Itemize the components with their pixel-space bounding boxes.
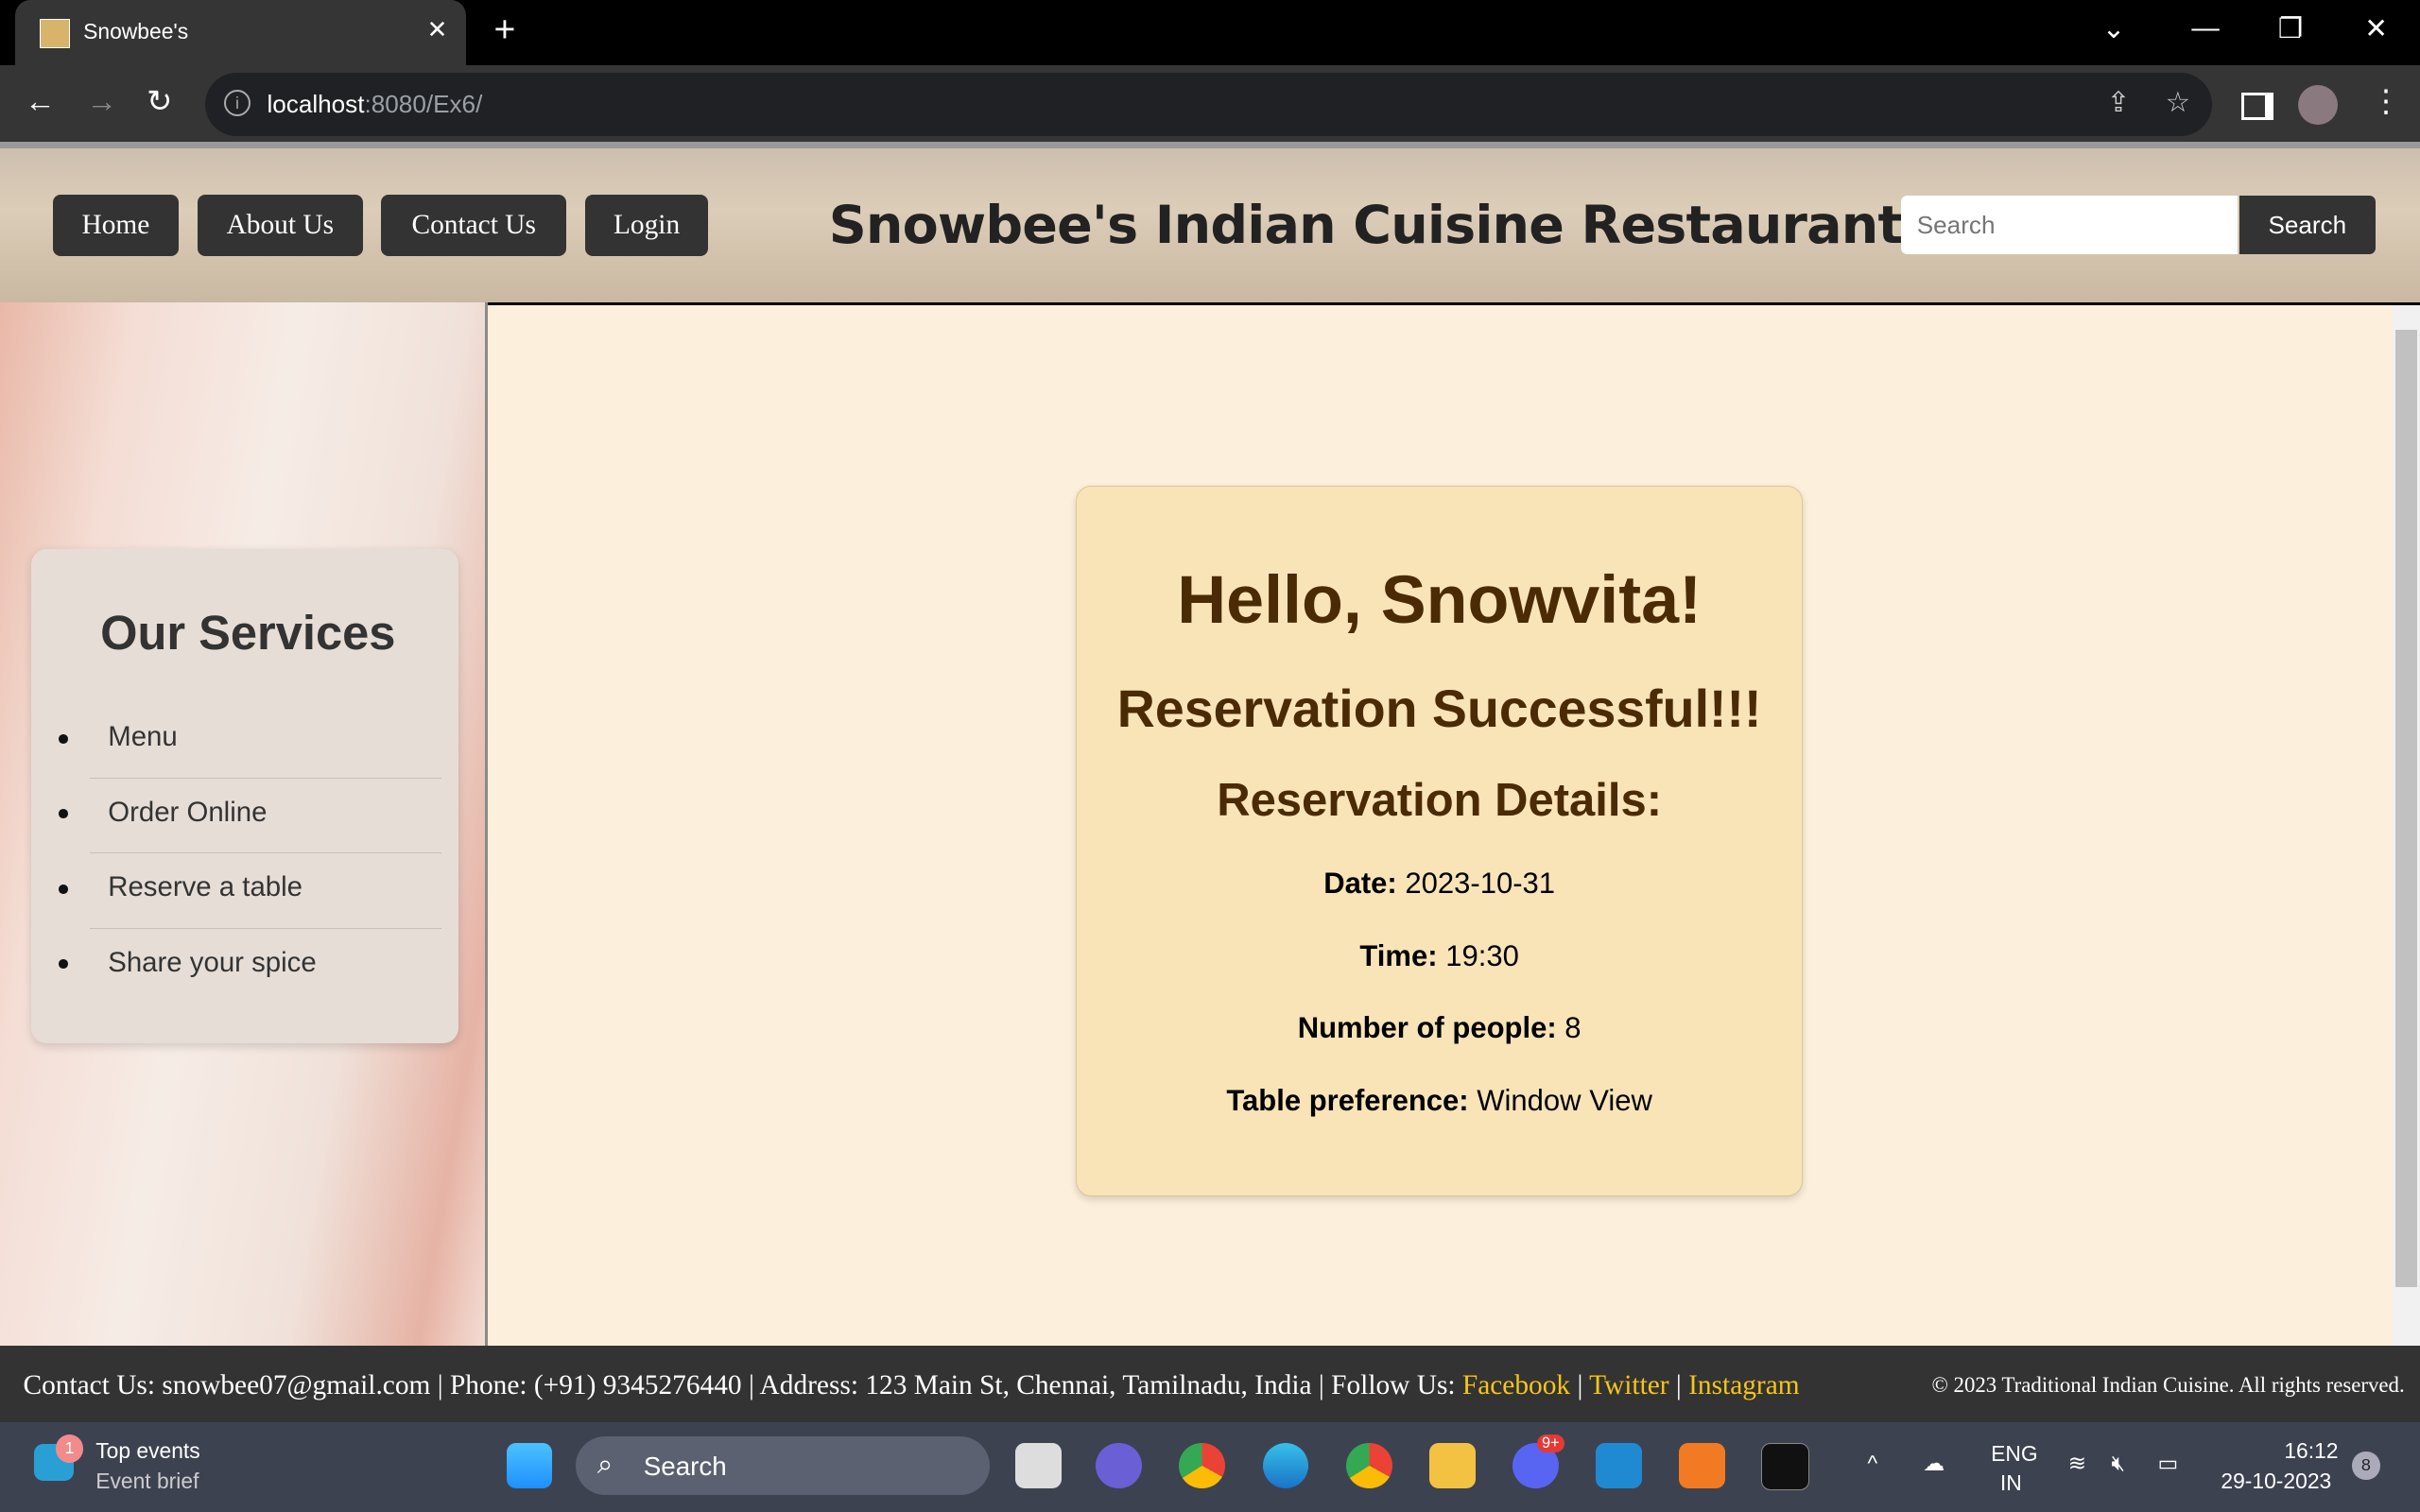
details-heading: Reservation Details:	[1217, 774, 1663, 826]
detail-people: Number of people: 8	[1297, 1011, 1582, 1045]
new-tab-icon[interactable]: +	[493, 9, 515, 51]
restore-icon[interactable]: ❐	[2278, 12, 2303, 45]
widget-title: Top events	[95, 1437, 200, 1463]
edge-icon[interactable]	[1262, 1442, 1309, 1489]
site-title: Snowbee's Indian Cuisine Restaurant	[828, 194, 1903, 256]
site-header: Home About Us Contact Us Login Snowbee's…	[0, 147, 2420, 302]
url-path: :8080/Ex6/	[364, 89, 483, 118]
widget-subtitle: Event brief	[95, 1469, 199, 1494]
services-heading: Our Services	[100, 605, 396, 660]
file-explorer-icon[interactable]	[1428, 1442, 1476, 1489]
greeting: Hello, Snowvita!	[1177, 561, 1702, 638]
clock-time[interactable]: 16:12	[2284, 1438, 2338, 1464]
volume-muted-icon[interactable]: 🔇︎	[2111, 1451, 2124, 1476]
share-icon[interactable]: ⇪	[2107, 86, 2131, 119]
search-icon: ⌕	[596, 1449, 614, 1481]
onedrive-icon[interactable]: ☁	[1923, 1451, 1945, 1476]
search-input[interactable]	[1901, 196, 2238, 255]
site-footer: Contact Us: snowbee07@gmail.com | Phone:…	[0, 1345, 2420, 1423]
xampp-icon[interactable]	[1679, 1442, 1726, 1489]
back-icon[interactable]: ←	[25, 83, 56, 119]
side-panel-icon[interactable]	[2240, 92, 2274, 120]
battery-icon[interactable]: ▭	[2157, 1451, 2178, 1476]
nav-login[interactable]: Login	[584, 194, 709, 256]
taskbar-search[interactable]: ⌕ Search	[575, 1435, 990, 1496]
address-bar[interactable]: i localhost:8080/Ex6/ ⇪ ☆	[205, 72, 2212, 136]
search-button[interactable]: Search	[2238, 196, 2376, 255]
minimize-icon[interactable]: —	[2191, 12, 2219, 44]
close-window-icon[interactable]: ✕	[2364, 12, 2388, 45]
vscode-icon[interactable]	[1596, 1442, 1643, 1489]
url-host: localhost	[267, 89, 365, 118]
menu-icon[interactable]: ⋮	[2371, 83, 2402, 119]
info-icon[interactable]: i	[223, 89, 251, 117]
bookmark-star-icon[interactable]: ☆	[2166, 86, 2190, 119]
chrome-icon[interactable]	[1179, 1442, 1226, 1489]
nav-about[interactable]: About Us	[197, 194, 363, 256]
discord-badge: 9+	[1537, 1435, 1564, 1453]
wifi-icon[interactable]: ≋	[2068, 1451, 2086, 1476]
tab-search-icon[interactable]: ⌄	[2102, 12, 2126, 45]
copyright: © 2023 Traditional Indian Cuisine. All r…	[1931, 1373, 2405, 1398]
scrollbar-thumb[interactable]	[2394, 330, 2417, 1287]
sidebar: Our Services Menu Order Online Reserve a…	[0, 301, 488, 1346]
reservation-status: Reservation Successful!!!	[1116, 679, 1762, 738]
forward-icon[interactable]: →	[86, 83, 117, 119]
terminal-icon[interactable]	[1760, 1442, 1809, 1491]
browser-tab[interactable]: Snowbee's ✕	[15, 0, 467, 65]
nav-contact[interactable]: Contact Us	[381, 194, 567, 256]
language[interactable]: ENG	[1991, 1441, 2038, 1467]
task-view-icon[interactable]	[1015, 1442, 1063, 1489]
reload-icon[interactable]: ↻	[147, 83, 172, 119]
tab-title: Snowbee's	[83, 18, 189, 43]
service-reserve-table[interactable]: Reserve a table	[59, 853, 441, 929]
clock-date[interactable]: 29-10-2023	[2221, 1469, 2331, 1494]
region[interactable]: IN	[2000, 1470, 2022, 1496]
detail-date: Date: 2023-10-31	[1323, 866, 1556, 900]
notification-count[interactable]: 8	[2352, 1452, 2380, 1480]
service-order-online[interactable]: Order Online	[59, 779, 441, 854]
reservation-card: Hello, Snowvita! Reservation Successful!…	[1075, 486, 1804, 1196]
service-menu[interactable]: Menu	[59, 703, 441, 779]
detail-time: Time: 19:30	[1359, 938, 1519, 972]
tray-chevron-icon[interactable]: ^	[1868, 1451, 1878, 1476]
teams-icon[interactable]	[1096, 1442, 1143, 1489]
instagram-link[interactable]: Instagram	[1688, 1370, 1799, 1400]
nav-home[interactable]: Home	[52, 194, 180, 256]
services-panel: Our Services Menu Order Online Reserve a…	[30, 549, 458, 1043]
facebook-link[interactable]: Facebook	[1462, 1370, 1570, 1400]
close-tab-icon[interactable]: ✕	[427, 15, 448, 44]
divider	[0, 142, 2420, 148]
taskbar: 1 Top events Event brief ⌕ Search 9+ ^ ☁…	[0, 1422, 2420, 1512]
service-share-spice[interactable]: Share your spice	[59, 929, 441, 1003]
chrome-profile-icon[interactable]	[1345, 1442, 1392, 1489]
widget-badge: 1	[55, 1435, 84, 1463]
start-icon[interactable]	[506, 1442, 553, 1489]
detail-table-preference: Table preference: Window View	[1226, 1084, 1652, 1118]
favicon-icon	[40, 18, 70, 48]
footer-contact: Contact Us: snowbee07@gmail.com | Phone:…	[23, 1369, 1462, 1400]
twitter-link[interactable]: Twitter	[1589, 1370, 1668, 1400]
